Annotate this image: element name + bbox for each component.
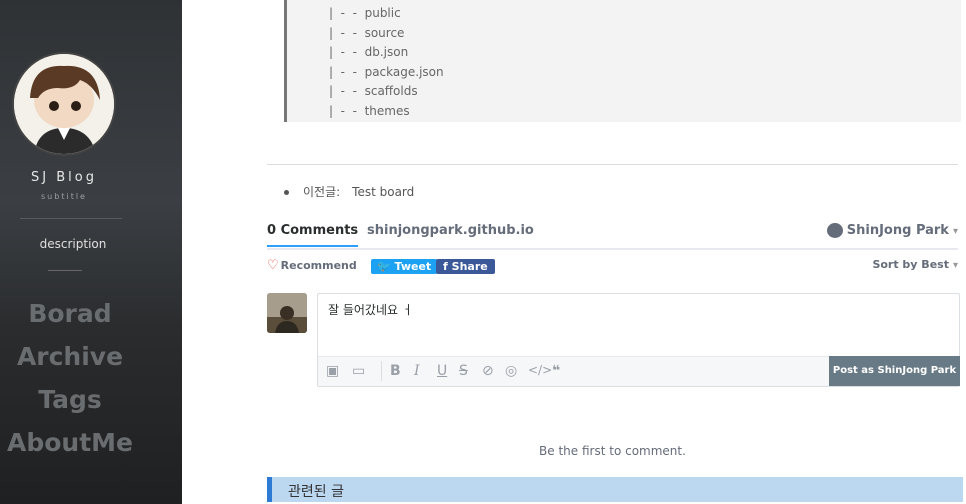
tweet-button[interactable]: 🐦 Tweet [371, 259, 438, 274]
image-icon[interactable]: ▭ [352, 363, 365, 379]
code-line: | - - db.json [329, 45, 409, 59]
code-line: | - - source [329, 26, 405, 40]
code-line: | - - public [329, 6, 401, 20]
tab-site[interactable]: shinjongpark.github.io [367, 223, 534, 238]
post-divider [267, 164, 958, 165]
bullet-icon [284, 190, 289, 195]
profile-avatar[interactable] [14, 54, 114, 154]
sidebar: SJ Blog subtitle description Borad Archi… [0, 0, 182, 504]
site-title[interactable]: SJ Blog [0, 170, 128, 185]
chat-bubble-icon [826, 223, 843, 238]
code-icon[interactable]: </> [528, 363, 552, 377]
editor-toolbar: ▣ ▭ B I U S ⊘ ◎ </> ❝ Post as ShinJong P… [318, 356, 960, 386]
user-menu[interactable]: ShinJong Park ▾ [826, 223, 958, 238]
related-posts-header: 관련된 글 [267, 477, 963, 502]
chevron-down-icon: ▾ [952, 226, 958, 237]
code-line: | - - themes [329, 104, 410, 118]
sort-label: Sort by Best [872, 258, 949, 271]
code-block: | - - public | - - source | - - db.json … [284, 0, 961, 122]
sort-dropdown[interactable]: Sort by Best ▾ [872, 258, 958, 271]
prev-label: 이전글: [303, 185, 341, 199]
nav-tags[interactable]: Tags [0, 385, 140, 414]
site-subtitle: subtitle [41, 192, 87, 201]
twitter-icon: 🐦 [377, 260, 391, 273]
comments-tabs: 0 Comments shinjongpark.github.io ShinJo… [267, 222, 958, 250]
commenter-avatar[interactable] [267, 293, 307, 333]
nav-aboutme[interactable]: AboutMe [0, 428, 140, 457]
bold-icon[interactable]: B [390, 363, 401, 379]
empty-comments-text: Be the first to comment. [539, 444, 686, 458]
tab-comments[interactable]: 0 Comments [267, 223, 359, 247]
recommend-button[interactable]: ♡ Recommend [267, 258, 357, 273]
underline-icon[interactable]: U [437, 363, 447, 379]
strikethrough-icon[interactable]: S [459, 363, 468, 379]
post-button[interactable]: Post as ShinJong Park [829, 356, 960, 386]
share-label: Share [451, 260, 488, 273]
site-description: description [39, 237, 107, 251]
link-icon[interactable]: ⊘ [482, 363, 494, 379]
heart-icon: ♡ [267, 258, 279, 273]
related-title: 관련된 글 [288, 484, 344, 500]
gif-icon[interactable]: ▣ [326, 363, 339, 379]
sidebar-divider [20, 218, 122, 219]
code-line: | - - package.json [329, 65, 444, 79]
tweet-label: Tweet [394, 260, 432, 273]
prev-title[interactable]: Test board [352, 185, 414, 199]
toolbar-separator [381, 361, 382, 381]
user-name: ShinJong Park [846, 223, 949, 238]
recommend-label: Recommend [280, 259, 357, 272]
italic-icon[interactable]: I [414, 363, 420, 379]
nav-borad[interactable]: Borad [0, 299, 140, 328]
code-line: | - - scaffolds [329, 84, 418, 98]
comment-actions: ♡ Recommend 🐦 Tweet f Share Sort by Best ▾ [267, 258, 958, 278]
share-button[interactable]: f Share [436, 259, 495, 274]
quote-icon[interactable]: ❝ [552, 363, 560, 379]
comment-editor[interactable]: 잘 들어갔네요 ㅓ ▣ ▭ B I U S ⊘ ◎ </> ❝ Post as … [317, 293, 960, 387]
prev-post-link[interactable]: 이전글: Test board [284, 183, 414, 200]
comment-input[interactable]: 잘 들어갔네요 ㅓ [328, 301, 413, 318]
spoiler-icon[interactable]: ◎ [505, 363, 517, 379]
nav-archive[interactable]: Archive [0, 342, 140, 371]
sidebar-divider-short [48, 270, 82, 271]
facebook-icon: f [443, 260, 448, 273]
chevron-down-icon: ▾ [952, 260, 958, 271]
